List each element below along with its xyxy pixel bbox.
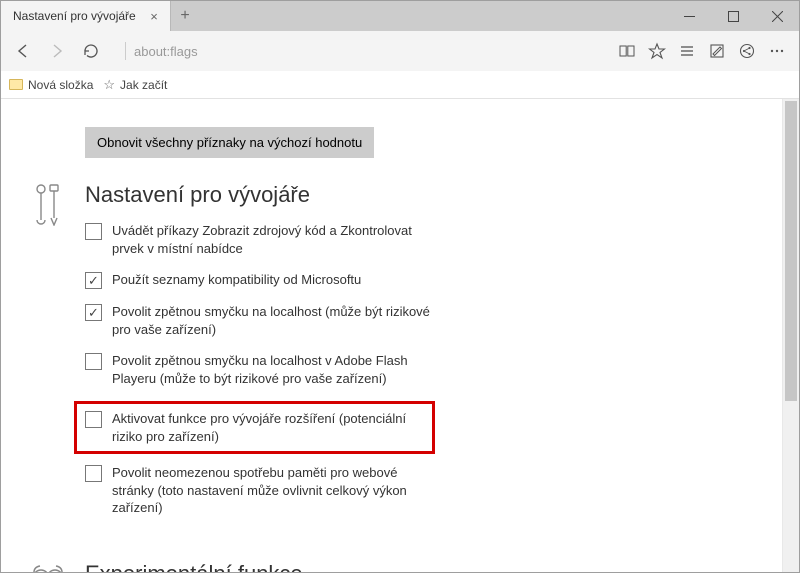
bookmarks-bar: Nová složka ☆ Jak začít — [1, 71, 799, 99]
reset-flags-button[interactable]: Obnovit všechny příznaky na výchozí hodn… — [85, 127, 374, 158]
forward-button[interactable] — [43, 37, 71, 65]
option-label: Použít seznamy kompatibility od Microsof… — [112, 271, 435, 289]
hub-icon[interactable] — [673, 37, 701, 65]
toolbar: about:flags — [1, 31, 799, 71]
close-tab-icon[interactable]: × — [146, 9, 162, 24]
minimize-button[interactable] — [667, 1, 711, 31]
new-tab-button[interactable]: + — [171, 1, 199, 31]
option-label: Aktivovat funkce pro vývojáře rozšíření … — [112, 410, 424, 445]
option-row: Povolit zpětnou smyčku na localhost v Ad… — [85, 352, 435, 387]
refresh-button[interactable] — [77, 37, 105, 65]
back-button[interactable] — [9, 37, 37, 65]
page-content: Obnovit všechny příznaky na výchozí hodn… — [1, 99, 782, 572]
webnote-icon[interactable] — [703, 37, 731, 65]
checkbox[interactable] — [85, 353, 102, 370]
reading-view-icon[interactable] — [613, 37, 641, 65]
bookmark-folder[interactable]: Nová složka — [9, 78, 93, 92]
vertical-scrollbar[interactable] — [782, 99, 799, 572]
bookmark-label: Jak začít — [120, 78, 167, 92]
checkbox[interactable] — [85, 411, 102, 428]
checkbox[interactable] — [85, 465, 102, 482]
option-row: Povolit neomezenou spotřebu paměti pro w… — [85, 464, 435, 517]
section-title-developer: Nastavení pro vývojáře — [85, 182, 435, 208]
tab-title: Nastavení pro vývojáře — [13, 9, 146, 23]
option-row: Povolit zpětnou smyčku na localhost (můž… — [85, 303, 435, 338]
close-window-button[interactable] — [755, 1, 799, 31]
option-label: Povolit zpětnou smyčku na localhost v Ad… — [112, 352, 435, 387]
checkbox[interactable] — [85, 223, 102, 240]
option-row: Použít seznamy kompatibility od Microsof… — [85, 271, 435, 289]
section-title-experimental: Experimentální funkce — [85, 561, 435, 572]
option-row: Uvádět příkazy Zobrazit zdrojový kód a Z… — [85, 222, 435, 257]
checkbox[interactable] — [85, 304, 102, 321]
goggles-icon — [31, 561, 65, 572]
folder-icon — [9, 79, 23, 90]
more-icon[interactable] — [763, 37, 791, 65]
maximize-button[interactable] — [711, 1, 755, 31]
address-text: about:flags — [134, 44, 198, 59]
bookmark-item[interactable]: ☆ Jak začít — [103, 77, 167, 93]
option-label: Povolit neomezenou spotřebu paměti pro w… — [112, 464, 435, 517]
favorite-star-icon[interactable] — [643, 37, 671, 65]
highlighted-option: Aktivovat funkce pro vývojáře rozšíření … — [74, 401, 435, 454]
bookmark-label: Nová složka — [28, 78, 93, 92]
scrollbar-thumb[interactable] — [785, 101, 797, 401]
option-row: Aktivovat funkce pro vývojáře rozšíření … — [85, 410, 424, 445]
option-label: Uvádět příkazy Zobrazit zdrojový kód a Z… — [112, 222, 435, 257]
share-icon[interactable] — [733, 37, 761, 65]
address-bar[interactable]: about:flags — [117, 37, 601, 65]
checkbox[interactable] — [85, 272, 102, 289]
star-icon: ☆ — [103, 77, 115, 93]
browser-tab[interactable]: Nastavení pro vývojáře × — [1, 1, 171, 31]
titlebar: Nastavení pro vývojáře × + — [1, 1, 799, 31]
tools-icon — [31, 182, 65, 531]
option-label: Povolit zpětnou smyčku na localhost (můž… — [112, 303, 435, 338]
